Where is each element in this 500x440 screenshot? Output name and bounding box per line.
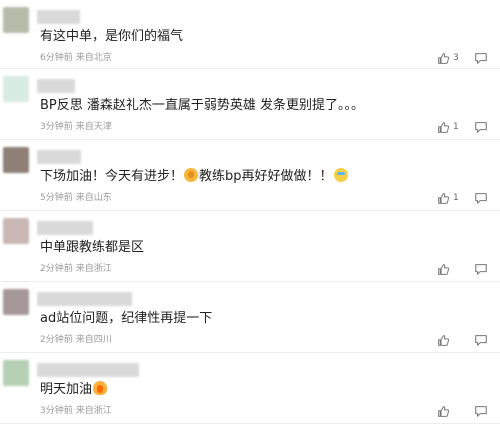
comment-location: 来自浙江 [75,406,112,416]
comment-actions [437,259,488,279]
clap-emoji-icon [184,168,199,182]
comment-location: 来自浙江 [75,264,112,274]
comment-actions: 3 [437,48,488,68]
comment-actions [437,401,488,421]
crying-face-emoji-icon [333,168,348,182]
username[interactable] [37,292,132,306]
comment-time: 5分钟前 [40,193,73,203]
comment-list: 有这中单，是你们的福气 6分钟前 来自北京 3 BP反思 潘森赵礼杰一直属于弱势英… [0,0,500,424]
thumbs-up-icon [438,52,450,64]
comment-text: 有这中单，是你们的福气 [40,29,184,44]
comment-reply-icon[interactable] [474,404,488,418]
fire-emoji-icon [93,381,108,395]
comment-time: 2分钟前 [40,264,73,274]
comment-location: 来自天津 [75,122,112,132]
avatar[interactable] [3,360,29,386]
comment-location: 来自山东 [75,193,112,203]
thumbs-up-icon [438,263,450,275]
comment-text: ad站位问题，纪律性再提一下 [40,311,213,326]
comment-actions [437,330,488,350]
comment-item: BP反思 潘森赵礼杰一直属于弱势英雄 发条更别提了。。。 3分钟前 来自天津 1 [0,69,500,140]
thumbs-up-icon [438,334,450,346]
comment-time: 6分钟前 [40,53,73,63]
like-count: 1 [453,122,459,132]
avatar[interactable] [3,218,29,244]
comment-meta: 3分钟前 来自浙江 [40,405,112,417]
avatar[interactable] [3,76,29,102]
comment-item: ad站位问题，纪律性再提一下 2分钟前 来自四川 [0,282,500,353]
comment-text-part: 明天加油 [40,382,93,397]
comment-text: 下场加油！今天有进步！ 教练bp再好好做做！！ [40,168,349,186]
comment-reply-icon[interactable] [474,191,488,205]
comment-location: 来自北京 [75,53,112,63]
avatar[interactable] [3,289,29,315]
username[interactable] [37,221,93,235]
comment-item: 有这中单，是你们的福气 6分钟前 来自北京 3 [0,0,500,69]
comment-reply-icon[interactable] [474,51,488,65]
like-count: 1 [453,193,459,203]
comment-text: 中单跟教练都是区 [40,240,145,255]
comment-text: BP反思 潘森赵礼杰一直属于弱势英雄 发条更别提了。。。 [40,98,365,113]
comment-text-part: 下场加油！今天有进步！ [40,169,184,184]
comment-meta: 3分钟前 来自天津 [40,121,112,133]
comment-item: 明天加油 3分钟前 来自浙江 [0,353,500,424]
comment-meta: 2分钟前 来自浙江 [40,263,112,275]
username[interactable] [37,10,80,24]
comment-meta: 5分钟前 来自山东 [40,192,112,204]
comment-reply-icon[interactable] [474,120,488,134]
avatar[interactable] [3,147,29,173]
comment-location: 来自四川 [75,335,112,345]
like-button[interactable]: 1 [437,121,459,134]
comment-reply-icon[interactable] [474,262,488,276]
username[interactable] [37,79,75,93]
username[interactable] [37,150,81,164]
comment-text-part: 教练bp再好好做做！！ [199,169,333,184]
comment-time: 3分钟前 [40,406,73,416]
like-button[interactable] [437,263,459,276]
comment-meta: 6分钟前 来自北京 [40,52,112,64]
like-button[interactable]: 1 [437,192,459,205]
comment-time: 2分钟前 [40,335,73,345]
comment-item: 下场加油！今天有进步！ 教练bp再好好做做！！ 5分钟前 来自山东 1 [0,140,500,211]
like-count: 3 [453,53,459,63]
comment-reply-icon[interactable] [474,333,488,347]
like-button[interactable] [437,334,459,347]
comment-text: 明天加油 [40,381,108,399]
like-button[interactable] [437,405,459,418]
comment-meta: 2分钟前 来自四川 [40,334,112,346]
thumbs-up-icon [438,405,450,417]
avatar[interactable] [3,7,29,33]
comment-time: 3分钟前 [40,122,73,132]
comment-actions: 1 [437,188,488,208]
thumbs-up-icon [438,192,450,204]
thumbs-up-icon [438,121,450,133]
comment-item: 中单跟教练都是区 2分钟前 来自浙江 [0,211,500,282]
comment-actions: 1 [437,117,488,137]
like-button[interactable]: 3 [437,52,459,65]
username[interactable] [37,363,139,377]
